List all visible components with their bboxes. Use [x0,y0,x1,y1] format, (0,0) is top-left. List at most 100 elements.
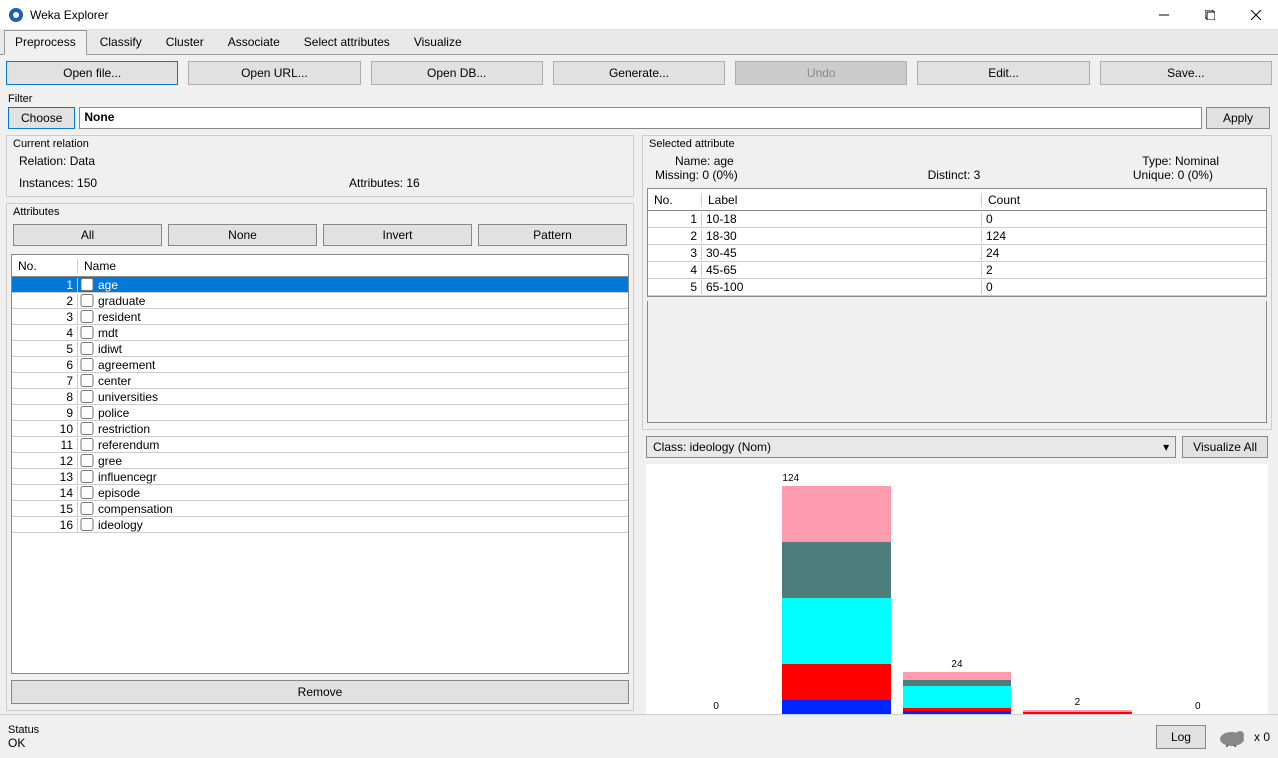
attr-header-name: Name [78,259,628,273]
instances-label: Instances: [19,176,74,190]
chart-bar: 124 [782,486,890,714]
all-button[interactable]: All [13,224,162,246]
attr-row[interactable]: 10restriction [12,421,628,437]
attr-checkbox[interactable] [80,438,94,451]
weka-bird-icon [1214,727,1250,747]
sel-header-no: No. [648,193,702,207]
chart-area: 01242420 [646,464,1268,714]
instances-value: 150 [77,176,97,190]
attr-row[interactable]: 5idiwt [12,341,628,357]
attr-row[interactable]: 1age [12,277,628,293]
class-select[interactable]: Class: ideology (Nom) ▾ [646,436,1176,458]
none-button[interactable]: None [168,224,317,246]
attr-row[interactable]: 14episode [12,485,628,501]
class-select-value: Class: ideology (Nom) [653,440,771,454]
attributes-value: 16 [406,176,419,190]
attr-row[interactable]: 9police [12,405,628,421]
tab-preprocess[interactable]: Preprocess [4,30,87,55]
selected-attribute-title: Selected attribute [643,136,1271,152]
undo-button: Undo [735,61,907,85]
tabbar: PreprocessClassifyClusterAssociateSelect… [0,30,1278,55]
relation-value: Data [70,154,95,168]
attr-header-no: No. [12,259,78,273]
attr-row[interactable]: 15compensation [12,501,628,517]
visualize-all-button[interactable]: Visualize All [1182,436,1268,458]
selected-table: No. Label Count 110-180218-30124330-4524… [647,188,1267,297]
sel-unique-value: 0 (0%) [1178,168,1213,182]
attr-row[interactable]: 8universities [12,389,628,405]
choose-button[interactable]: Choose [8,107,75,129]
attr-checkbox[interactable] [80,406,94,419]
attr-row[interactable]: 12gree [12,453,628,469]
invert-button[interactable]: Invert [323,224,472,246]
attr-checkbox[interactable] [80,390,94,403]
attr-row[interactable]: 3resident [12,309,628,325]
attr-row[interactable]: 13influencegr [12,469,628,485]
attr-checkbox[interactable] [80,486,94,499]
status-label: Status [8,724,1156,736]
sel-distinct-value: 3 [974,168,981,182]
edit-button[interactable]: Edit... [917,61,1089,85]
open-db-button[interactable]: Open DB... [371,61,543,85]
selected-empty-area [647,301,1267,423]
attr-row[interactable]: 7center [12,373,628,389]
sel-header-label: Label [702,193,982,207]
attr-checkbox[interactable] [80,310,94,323]
attr-checkbox[interactable] [80,294,94,307]
current-relation-panel: Current relation Relation: Data Instance… [6,135,634,197]
attr-checkbox[interactable] [80,502,94,515]
minimize-button[interactable] [1150,1,1178,29]
sel-unique-label: Unique: [1133,168,1174,182]
close-button[interactable] [1242,1,1270,29]
tab-classify[interactable]: Classify [89,30,153,54]
filter-text[interactable]: None [79,107,1202,129]
remove-button[interactable]: Remove [11,680,629,704]
attr-checkbox[interactable] [80,518,94,531]
attr-checkbox[interactable] [80,470,94,483]
sel-missing-label: Missing: [655,168,699,182]
relation-label: Relation: [19,154,66,168]
attr-checkbox[interactable] [80,422,94,435]
pattern-button[interactable]: Pattern [478,224,627,246]
attr-checkbox[interactable] [80,278,94,291]
attr-checkbox[interactable] [80,326,94,339]
open-url-button[interactable]: Open URL... [188,61,360,85]
maximize-button[interactable] [1196,1,1224,29]
attributes-table: No. Name 1age2graduate3resident4mdt5idiw… [11,254,629,674]
sel-type-label: Type: [1142,154,1171,168]
status-x0: x 0 [1254,730,1270,744]
sel-row: 218-30124 [648,228,1266,245]
current-relation-title: Current relation [7,136,633,152]
attributes-title: Attributes [7,204,633,220]
tab-associate[interactable]: Associate [217,30,291,54]
tab-select-attributes[interactable]: Select attributes [293,30,401,54]
tab-visualize[interactable]: Visualize [403,30,473,54]
sel-header-count: Count [982,193,1266,207]
status-bar: Status OK Log x 0 [0,714,1278,758]
attr-row[interactable]: 16ideology [12,517,628,533]
filter-panel: Filter Choose None Apply [0,91,1278,135]
titlebar: Weka Explorer [0,0,1278,30]
attr-checkbox[interactable] [80,454,94,467]
sel-row: 110-180 [648,211,1266,228]
generate-button[interactable]: Generate... [553,61,725,85]
attr-checkbox[interactable] [80,358,94,371]
attr-checkbox[interactable] [80,374,94,387]
log-button[interactable]: Log [1156,725,1206,749]
sel-name-value: age [714,154,734,168]
window-title: Weka Explorer [30,8,1150,22]
attr-row[interactable]: 6agreement [12,357,628,373]
open-file-button[interactable]: Open file... [6,61,178,85]
tab-cluster[interactable]: Cluster [155,30,215,54]
attr-row[interactable]: 4mdt [12,325,628,341]
attr-row[interactable]: 11referendum [12,437,628,453]
attr-checkbox[interactable] [80,342,94,355]
save-button[interactable]: Save... [1100,61,1272,85]
attributes-panel: Attributes All None Invert Pattern No. N… [6,203,634,711]
sel-row: 565-1000 [648,279,1266,296]
attr-row[interactable]: 2graduate [12,293,628,309]
chart-bar: 24 [903,672,1011,714]
apply-button[interactable]: Apply [1206,107,1270,129]
app-icon [8,7,24,23]
sel-row: 445-652 [648,262,1266,279]
